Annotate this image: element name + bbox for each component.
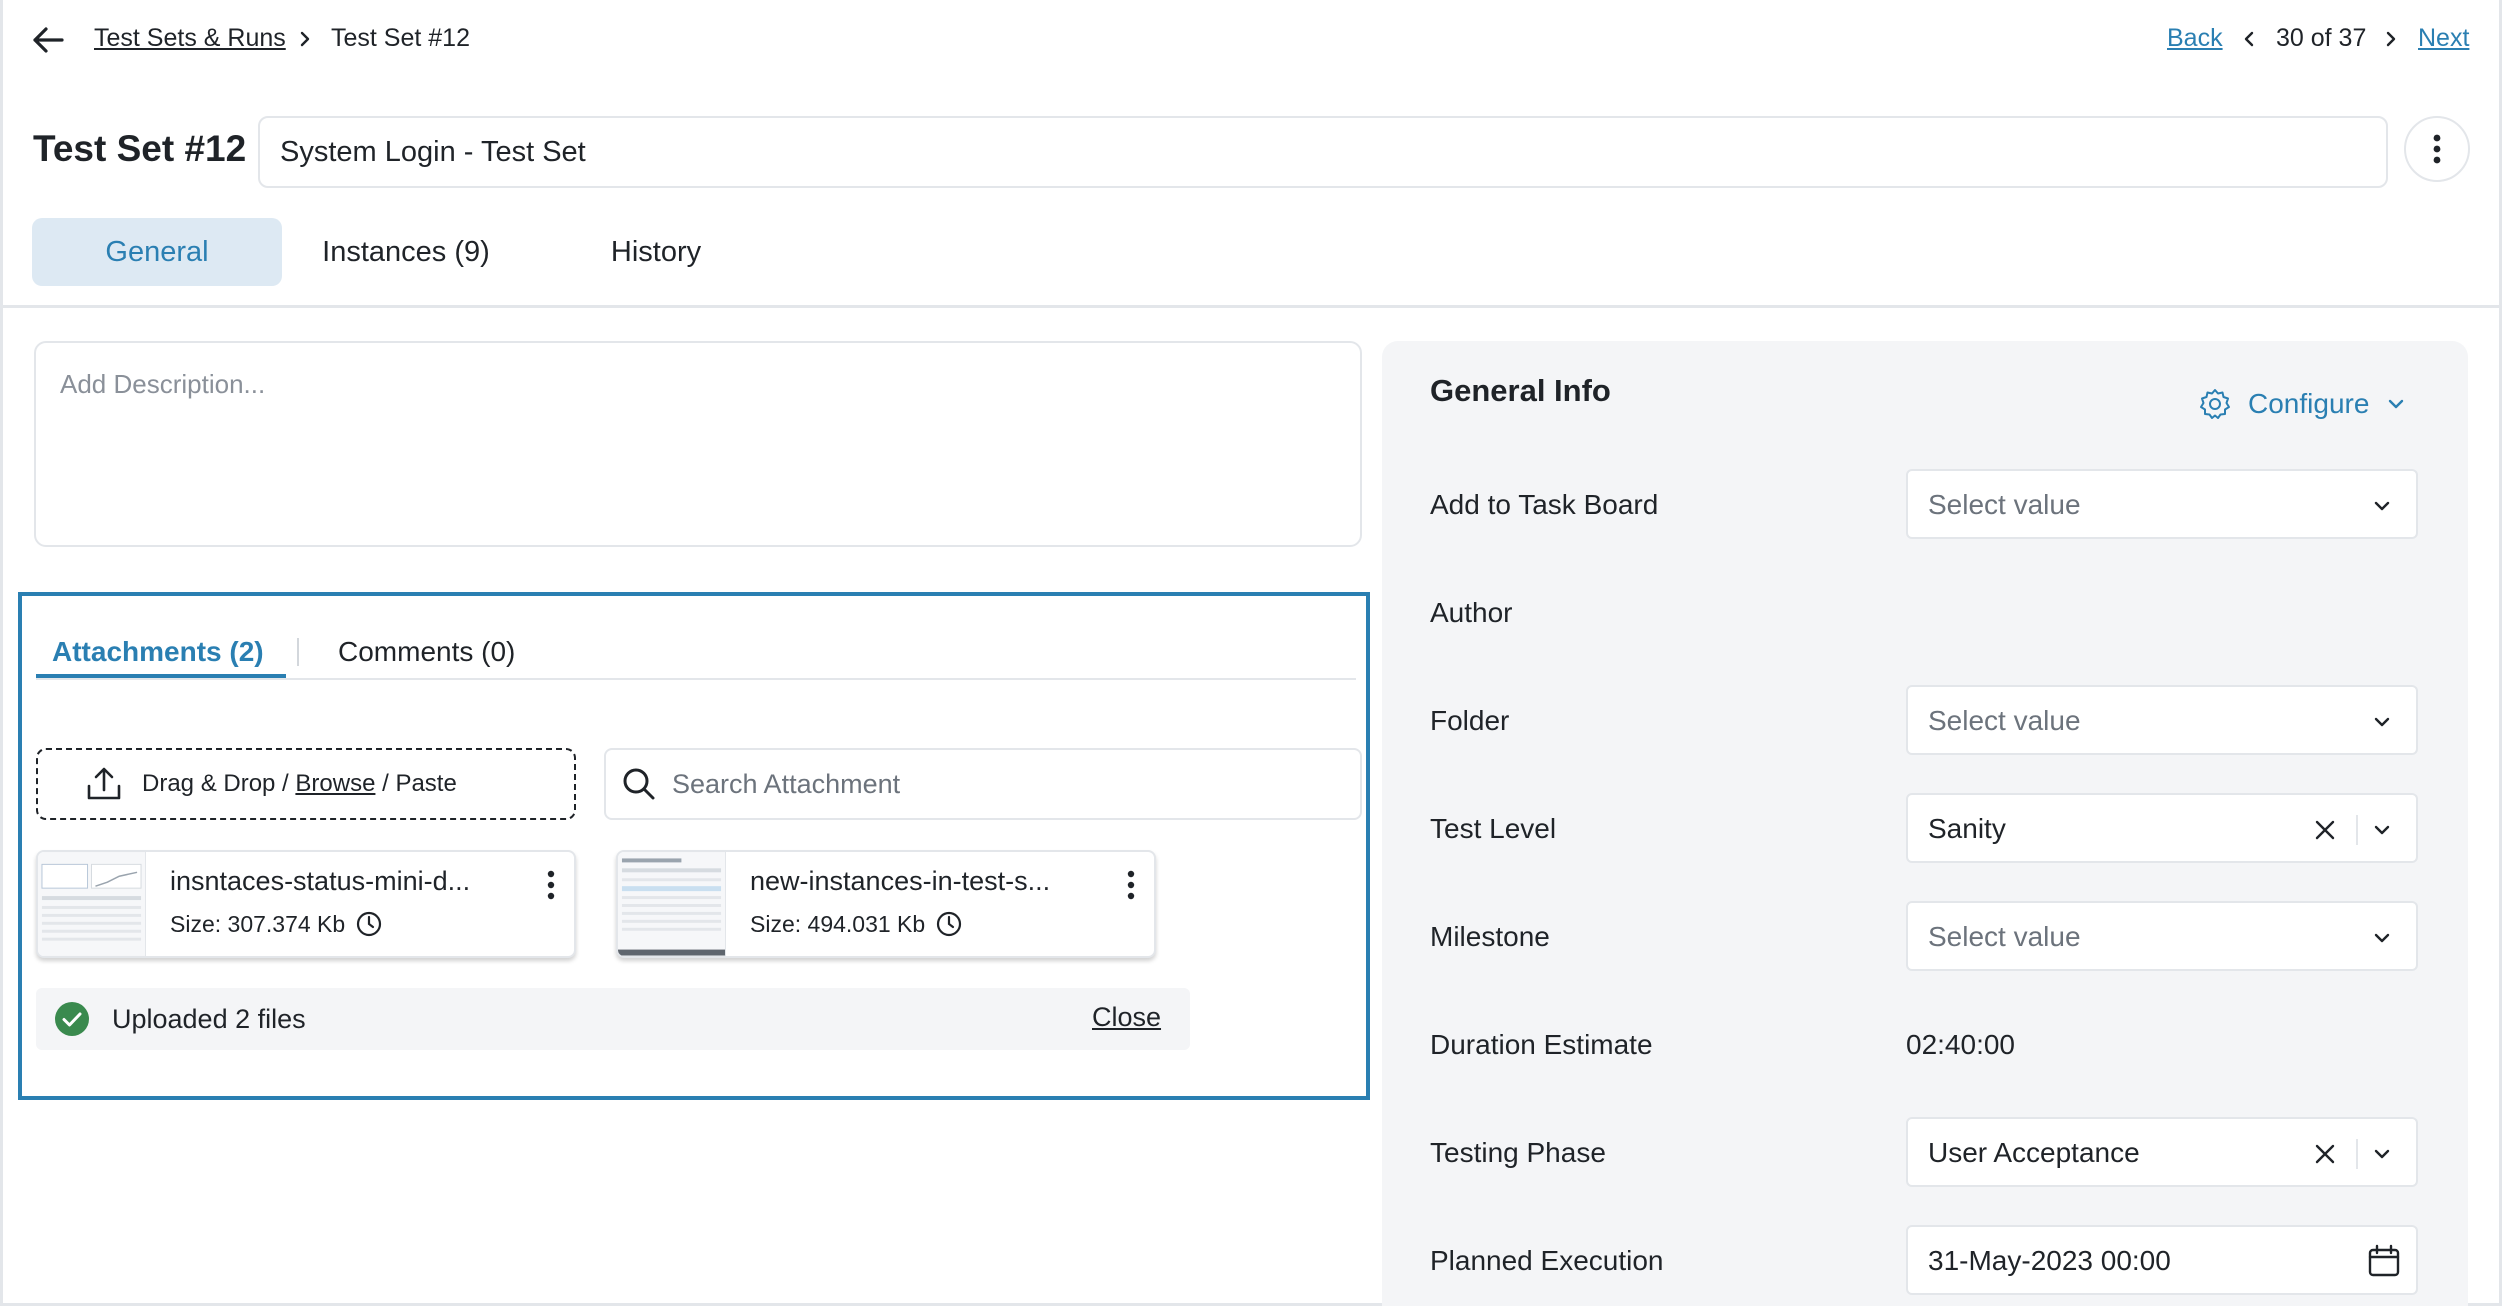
tab-comments[interactable]: Comments (0) xyxy=(338,636,515,668)
attachment-card[interactable]: new-instances-in-test-s... Size: 494.031… xyxy=(616,850,1156,958)
calendar-icon[interactable] xyxy=(2366,1243,2402,1279)
file-size-row: Size: 494.031 Kb xyxy=(750,910,963,938)
field-label-milestone: Milestone xyxy=(1430,921,1550,952)
browse-link[interactable]: Browse xyxy=(295,770,375,798)
select-placeholder: Select value xyxy=(1928,705,2081,736)
chevron-right-icon[interactable] xyxy=(2382,26,2400,52)
field-label-task-board: Add to Task Board xyxy=(1430,489,1659,520)
dropzone-separator: / xyxy=(375,770,396,797)
clock-icon xyxy=(357,911,382,937)
breadcrumb-current: Test Set #12 xyxy=(331,24,470,52)
description-field[interactable] xyxy=(34,341,1362,547)
field-label-duration: Duration Estimate xyxy=(1430,1029,1653,1060)
close-icon[interactable] xyxy=(2312,817,2338,843)
tab-attachments[interactable]: Attachments (2) xyxy=(52,636,264,668)
field-label-test-level: Test Level xyxy=(1430,813,1557,844)
testing-phase-select[interactable]: User Acceptance xyxy=(1906,1117,2418,1187)
test-set-name-input[interactable] xyxy=(258,116,2388,188)
top-bar: Test Sets & Runs Test Set #12 Back 30 of… xyxy=(0,0,2502,80)
tab-general[interactable]: General xyxy=(32,218,282,286)
file-size: Size: 494.031 Kb xyxy=(750,910,926,937)
date-value: 31-May-2023 00:00 xyxy=(1928,1245,2171,1276)
select-value: Sanity xyxy=(1928,813,2006,844)
dropzone-drag-text: Drag & Drop xyxy=(142,770,276,797)
chevron-down-icon xyxy=(2374,501,2390,511)
tab-separator xyxy=(297,638,299,666)
select-divider xyxy=(2356,815,2358,845)
search-icon xyxy=(623,768,655,800)
file-name: insntaces-status-mini-d... xyxy=(170,866,471,896)
attachment-card[interactable]: insntaces-status-mini-d... Size: 307.374… xyxy=(36,850,576,958)
breadcrumb-parent-link[interactable]: Test Sets & Runs xyxy=(94,24,286,53)
chevron-down-icon xyxy=(2374,825,2390,835)
tab-history[interactable]: History xyxy=(598,218,714,286)
duration-value: 02:40:00 xyxy=(1906,1029,2015,1060)
field-label-testing-phase: Testing Phase xyxy=(1430,1137,1606,1168)
search-attachment-input[interactable] xyxy=(672,768,1332,800)
file-thumbnail xyxy=(618,852,726,956)
chevron-down-icon xyxy=(2374,717,2390,727)
field-label-folder: Folder xyxy=(1430,705,1510,736)
gear-icon xyxy=(2200,389,2230,419)
configure-button[interactable]: Configure xyxy=(2198,387,2407,421)
field-label-planned-execution: Planned Execution xyxy=(1430,1245,1664,1276)
close-icon[interactable] xyxy=(2312,1141,2338,1167)
file-thumbnail xyxy=(38,852,146,956)
tabs-divider xyxy=(36,678,1356,680)
select-value: User Acceptance xyxy=(1928,1137,2140,1168)
pager-count: 30 of 37 xyxy=(2276,24,2367,52)
dropzone-separator: / xyxy=(275,770,296,797)
attachments-panel: Attachments (2) Comments (0) Drag & Drop… xyxy=(18,592,1370,1100)
page-title: Test Set #12 xyxy=(33,128,247,169)
select-divider xyxy=(2356,1139,2358,1169)
upload-status-bar: Uploaded 2 files Close xyxy=(36,988,1190,1050)
select-placeholder: Select value xyxy=(1928,489,2081,520)
check-circle-icon xyxy=(55,1002,89,1036)
folder-select[interactable]: Select value xyxy=(1906,685,2418,755)
chevron-down-icon xyxy=(2374,933,2390,943)
attachment-search xyxy=(604,748,1362,820)
general-info-title: General Info xyxy=(1430,373,1611,408)
configure-label: Configure xyxy=(2248,388,2370,419)
kebab-menu-icon[interactable] xyxy=(538,866,564,906)
upload-dropzone[interactable]: Drag & Drop / Browse / Paste xyxy=(36,748,576,820)
arrow-left-icon[interactable] xyxy=(28,20,68,60)
dropzone-paste-text: Paste xyxy=(395,770,457,797)
tabs-divider xyxy=(0,305,2502,308)
milestone-select[interactable]: Select value xyxy=(1906,901,2418,971)
chevron-down-icon xyxy=(2374,1149,2390,1159)
chevron-right-icon xyxy=(300,31,310,47)
tab-instances[interactable]: Instances (9) xyxy=(308,218,504,286)
close-status-link[interactable]: Close xyxy=(1092,1002,1161,1033)
file-size: Size: 307.374 Kb xyxy=(170,910,346,937)
file-name: new-instances-in-test-s... xyxy=(750,866,1051,896)
general-info-panel: General Info Configure Add to Task Board… xyxy=(1382,341,2468,1306)
more-options-button[interactable] xyxy=(2404,116,2470,182)
kebab-menu-icon xyxy=(2433,134,2441,164)
pager-back-link[interactable]: Back xyxy=(2167,24,2223,53)
planned-execution-date-input[interactable]: 31-May-2023 00:00 xyxy=(1906,1225,2418,1295)
upload-icon xyxy=(87,767,121,800)
clock-icon xyxy=(937,911,962,937)
file-size-row: Size: 307.374 Kb xyxy=(170,910,383,938)
pager-next-link[interactable]: Next xyxy=(2418,24,2469,53)
field-label-author: Author xyxy=(1430,597,1513,628)
test-level-select[interactable]: Sanity xyxy=(1906,793,2418,863)
chevron-left-icon[interactable] xyxy=(2240,26,2258,52)
select-placeholder: Select value xyxy=(1928,921,2081,952)
upload-status-text: Uploaded 2 files xyxy=(112,1003,306,1034)
task-board-select[interactable]: Select value xyxy=(1906,469,2418,539)
kebab-menu-icon[interactable] xyxy=(1118,866,1144,906)
chevron-down-icon xyxy=(2389,399,2404,409)
